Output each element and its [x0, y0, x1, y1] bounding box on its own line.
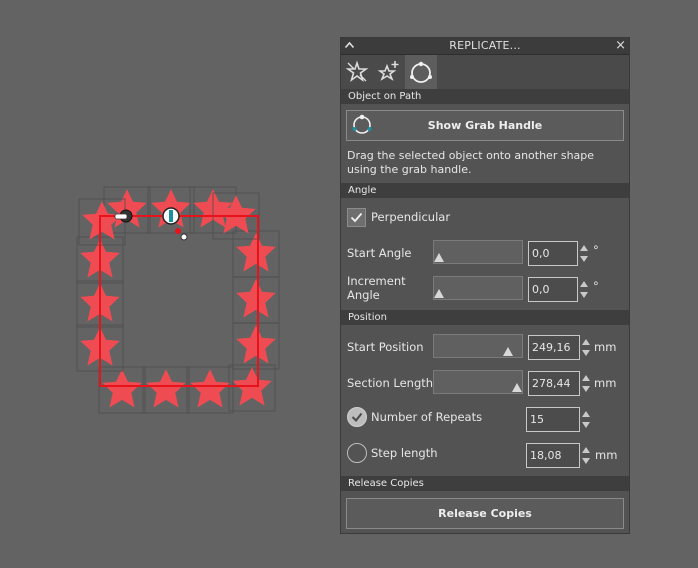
step-length-label: Step length [371, 446, 438, 460]
checkmark-icon [351, 412, 363, 423]
step-length-stepper[interactable] [581, 443, 591, 468]
star-copy[interactable] [102, 369, 142, 408]
show-grab-handle-button[interactable]: Show Grab Handle [346, 110, 624, 141]
section-angle: Angle [341, 183, 629, 198]
grab-handle-icon[interactable] [162, 207, 180, 225]
decrement-arrow-icon[interactable] [580, 292, 588, 298]
section-length-slider[interactable] [433, 370, 523, 394]
section-length-unit: mm [594, 376, 617, 390]
increment-angle-stepper[interactable] [579, 277, 589, 302]
increment-angle-label-line1: Increment [347, 274, 406, 288]
increment-arrow-icon[interactable] [582, 447, 590, 453]
start-position-stepper[interactable] [581, 335, 591, 360]
start-position-label: Start Position [347, 340, 424, 354]
panel-tabs [341, 55, 629, 89]
number-of-repeats-stepper[interactable] [581, 407, 591, 432]
increment-arrow-icon[interactable] [580, 281, 588, 287]
perpendicular-label: Perpendicular [371, 210, 451, 224]
number-of-repeats-label: Number of Repeats [371, 410, 483, 424]
increment-arrow-icon[interactable] [582, 411, 590, 417]
object-on-path-icon [410, 61, 432, 83]
panel-title: REPLICATE... [449, 39, 521, 52]
decrement-arrow-icon[interactable] [580, 256, 588, 262]
section-length-slider-thumb[interactable] [512, 383, 522, 392]
decrement-arrow-icon[interactable] [582, 458, 590, 464]
tab-replicate-add[interactable] [373, 55, 405, 89]
perpendicular-checkbox[interactable] [347, 208, 366, 227]
tab-object-on-path[interactable] [405, 55, 437, 89]
replicate-star-icon [345, 60, 369, 83]
replicate-panel: REPLICATE... × Object on Path Show Grab … [340, 37, 630, 534]
decrement-arrow-icon[interactable] [582, 386, 590, 392]
section-position: Position [341, 310, 629, 325]
increment-arrow-icon[interactable] [582, 375, 590, 381]
grab-handle-icon [352, 114, 372, 134]
star-copy[interactable] [190, 369, 230, 408]
start-angle-label: Start Angle [347, 246, 412, 260]
star-copy[interactable] [146, 369, 186, 408]
increment-angle-slider[interactable] [433, 276, 523, 300]
object-on-path-description: Drag the selected object onto another sh… [347, 149, 595, 176]
start-angle-slider-thumb[interactable] [434, 253, 444, 262]
start-position-input[interactable]: 249,16 [528, 335, 580, 360]
path-rectangle[interactable] [99, 215, 259, 387]
origin-point-icon [175, 228, 181, 234]
close-icon[interactable]: × [615, 39, 626, 53]
replicate-star-add-icon [377, 61, 399, 81]
increment-angle-label-line2: Angle [347, 288, 380, 302]
drawing-canvas[interactable] [0, 0, 340, 568]
pivot-point-icon[interactable] [180, 233, 188, 241]
increment-angle-unit: ° [593, 279, 599, 293]
section-object-on-path: Object on Path [341, 89, 629, 104]
start-angle-input[interactable]: 0,0 [528, 241, 578, 266]
number-of-repeats-radio[interactable] [347, 407, 367, 427]
star-copy[interactable] [236, 279, 276, 318]
section-release-copies: Release Copies [341, 476, 629, 491]
number-of-repeats-input[interactable]: 15 [526, 407, 580, 432]
increment-angle-slider-thumb[interactable] [434, 289, 444, 298]
start-angle-stepper[interactable] [579, 241, 589, 266]
checkmark-icon [350, 212, 363, 223]
release-copies-button[interactable]: Release Copies [346, 498, 624, 529]
decrement-arrow-icon[interactable] [582, 422, 590, 428]
show-grab-handle-label: Show Grab Handle [427, 119, 543, 132]
panel-titlebar[interactable]: REPLICATE... × [341, 38, 629, 55]
start-angle-slider[interactable] [433, 240, 523, 264]
start-position-slider[interactable] [433, 334, 523, 358]
increment-angle-input[interactable]: 0,0 [528, 277, 578, 302]
increment-arrow-icon[interactable] [582, 339, 590, 345]
tab-replicate[interactable] [341, 55, 373, 89]
start-position-slider-thumb[interactable] [503, 347, 513, 356]
step-length-unit: mm [595, 448, 618, 462]
start-position-unit: mm [594, 340, 617, 354]
decrement-arrow-icon[interactable] [582, 350, 590, 356]
increment-arrow-icon[interactable] [580, 245, 588, 251]
section-length-label: Section Length [347, 376, 434, 390]
start-angle-unit: ° [593, 243, 599, 257]
step-length-radio[interactable] [347, 443, 367, 463]
section-length-stepper[interactable] [581, 371, 591, 396]
section-length-input[interactable]: 278,44 [528, 371, 580, 396]
star-copy[interactable] [236, 325, 276, 364]
step-length-input[interactable]: 18,08 [526, 443, 580, 468]
